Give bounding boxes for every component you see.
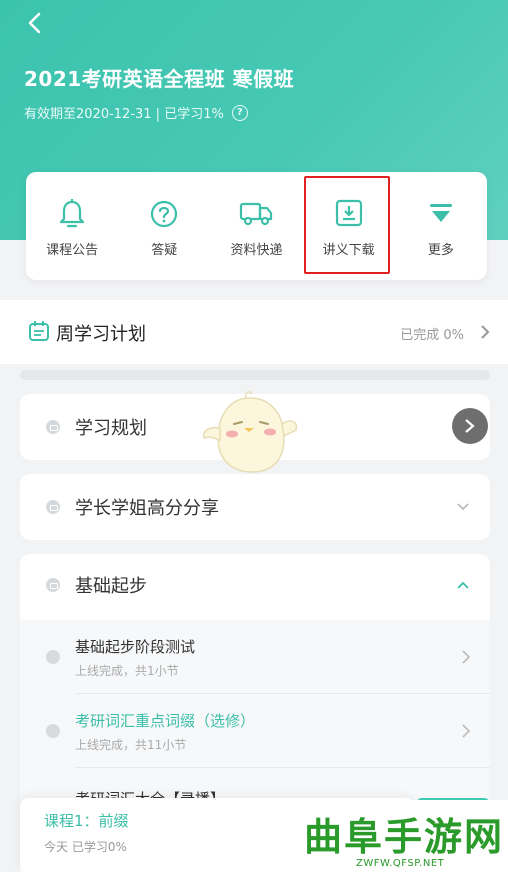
tool-label: 答疑	[151, 243, 178, 258]
section-bullet-icon	[46, 578, 60, 592]
lesson-bullet-icon	[46, 724, 60, 738]
course-toolbar: 课程公告 答疑 资料快递 讲义下载 更多	[26, 172, 487, 280]
chevron-right-icon	[462, 650, 470, 664]
lesson-bullet-icon	[46, 650, 60, 664]
section-header[interactable]: 基础起步	[20, 554, 490, 620]
back-arrow-icon[interactable]	[22, 10, 50, 38]
section-bullet-icon	[46, 420, 60, 434]
help-icon[interactable]: ?	[231, 104, 248, 121]
chevron-up-icon	[457, 581, 469, 589]
course-meta-text: 有效期至2020-12-31 | 已学习1%	[24, 107, 224, 122]
lesson-title: 考研词汇重点词缀（选修）	[75, 712, 256, 730]
current-course-meta: 今天 已学习0%	[44, 840, 127, 854]
weekly-plan-row[interactable]: 周学习计划 已完成 0%	[0, 300, 508, 364]
tool-label: 课程公告	[46, 243, 99, 258]
section-header[interactable]: 学长学姐高分分享	[20, 474, 490, 540]
course-validity-progress: 有效期至2020-12-31 | 已学习1% ?	[24, 103, 248, 122]
lesson-item-active[interactable]: 考研词汇重点词缀（选修） 上线完成，共11小节	[20, 694, 490, 768]
tool-label: 讲义下载	[322, 243, 375, 258]
lesson-meta: 上线完成，共1小节	[75, 664, 179, 678]
tool-label: 资料快递	[230, 243, 283, 258]
section-title: 学长学姐高分分享	[75, 498, 219, 519]
lesson-title: 基础起步阶段测试	[75, 638, 196, 656]
tool-label: 更多	[427, 243, 454, 258]
chevron-down-icon	[457, 503, 469, 511]
floating-next-button[interactable]	[452, 408, 488, 444]
course-title: 2021考研英语全程班 寒假班	[24, 67, 295, 91]
tool-qa[interactable]: 答疑	[118, 172, 210, 280]
tool-announcement[interactable]: 课程公告	[26, 172, 118, 280]
mascot-chick-icon	[202, 391, 298, 473]
lesson-meta: 上线完成，共11小节	[75, 738, 187, 752]
section-bullet-icon	[46, 500, 60, 514]
chevron-right-icon	[462, 724, 470, 738]
section-senior-sharing[interactable]: 学长学姐高分分享	[20, 474, 490, 540]
section-title: 学习规划	[75, 418, 147, 439]
chevron-right-icon	[481, 325, 490, 339]
site-watermark: 曲阜手游网 ZWFW.QFSP.NET	[296, 800, 508, 872]
download-icon	[335, 199, 362, 227]
current-course-label: 课程1：前缀	[44, 812, 129, 830]
tool-handout-download[interactable]: 讲义下载	[303, 172, 395, 280]
tool-more[interactable]: 更多	[395, 172, 487, 280]
bell-icon	[59, 199, 85, 228]
tool-material-delivery[interactable]: 资料快递	[210, 172, 302, 280]
calendar-icon	[29, 321, 49, 341]
more-icon	[429, 204, 452, 222]
lesson-item[interactable]: 基础起步阶段测试 上线完成，共1小节	[20, 620, 490, 694]
watermark-logo: 曲阜手游网	[304, 814, 505, 859]
chevron-right-icon	[465, 419, 475, 433]
collapsed-section-edge	[20, 370, 490, 380]
section-title: 基础起步	[75, 576, 147, 597]
weekly-plan-status: 已完成 0%	[400, 328, 464, 343]
watermark-url: ZWFW.QFSP.NET	[356, 858, 445, 869]
question-icon	[151, 200, 178, 228]
truck-icon	[240, 202, 273, 226]
weekly-plan-title: 周学习计划	[56, 324, 146, 345]
